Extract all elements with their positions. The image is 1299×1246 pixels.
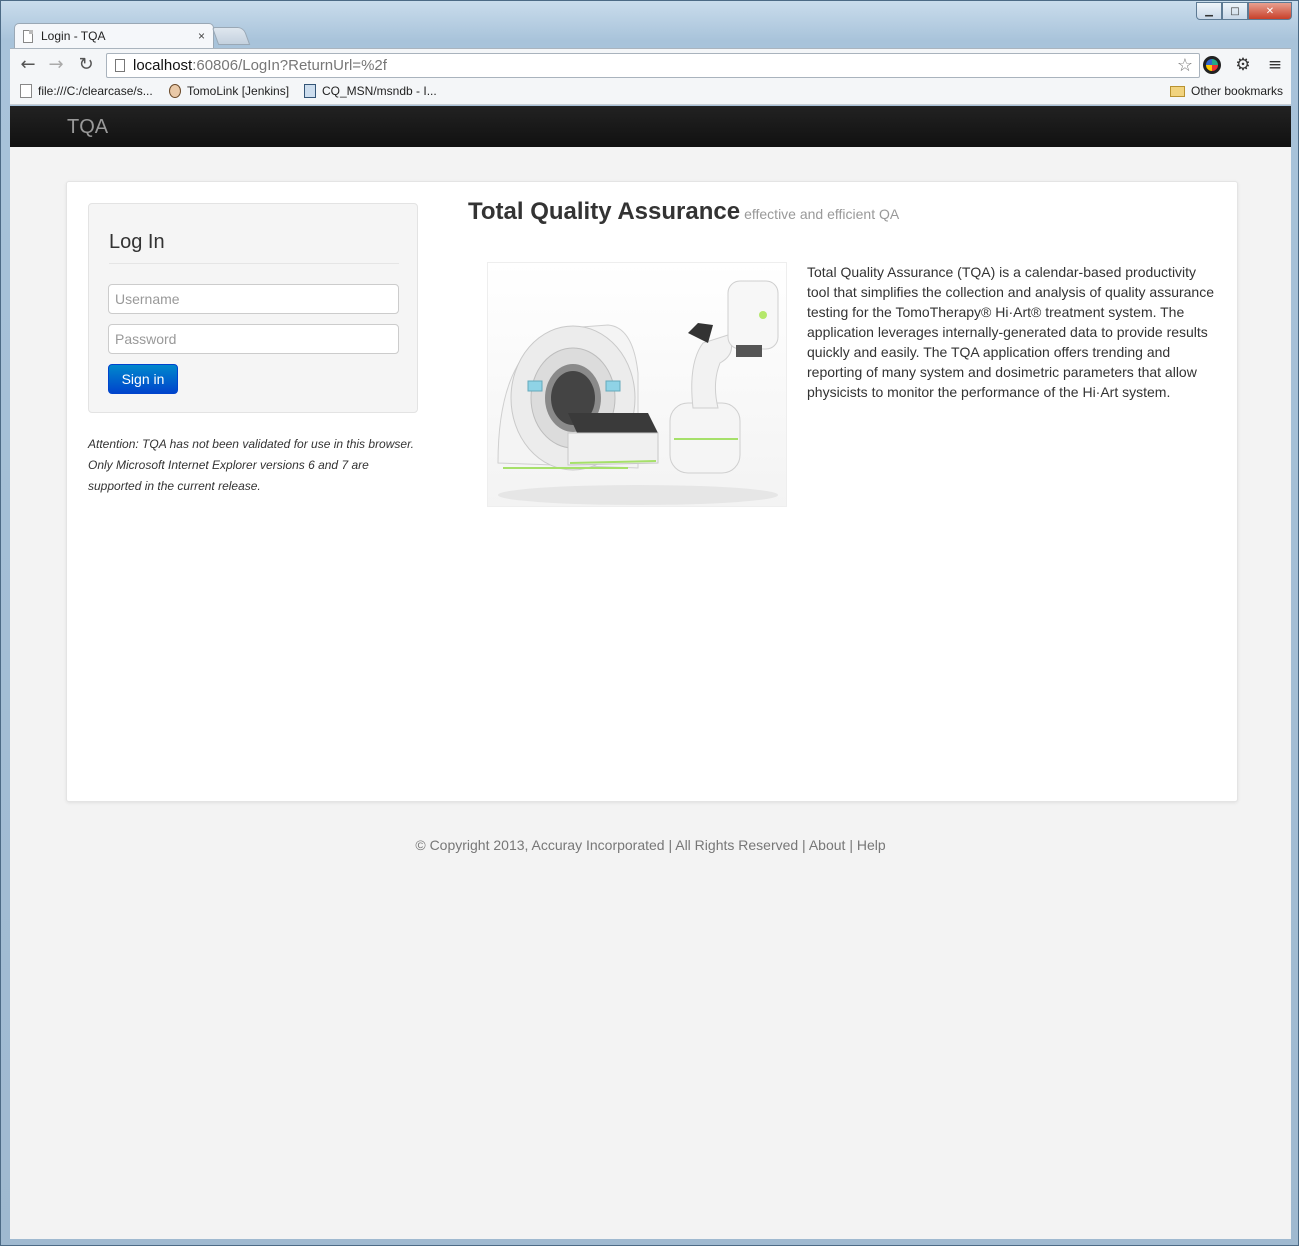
page-icon (115, 59, 125, 72)
bookmark-item[interactable]: file:///C:/clearcase/s... (20, 84, 153, 98)
page-title: Total Quality Assurance effective and eff… (468, 198, 899, 226)
jenkins-icon (169, 84, 181, 98)
password-input[interactable] (108, 324, 399, 354)
tab-login[interactable]: Login - TQA × (14, 23, 214, 48)
reload-icon[interactable]: ↻ (74, 54, 98, 76)
username-input[interactable] (108, 284, 399, 314)
address-bar[interactable]: localhost:60806/LogIn?ReturnUrl=%2f ☆ (106, 53, 1200, 78)
login-title: Log In (109, 231, 165, 253)
file-icon (20, 84, 32, 98)
page-footer: © Copyright 2013, Accuray Incorporated |… (10, 837, 1291, 853)
page-icon (23, 29, 33, 43)
window-controls: ▁ □ ✕ (1196, 2, 1292, 20)
top-navbar: TQA (10, 106, 1291, 147)
product-image (487, 262, 787, 507)
menu-icon[interactable]: ≡ (1265, 55, 1285, 75)
about-link[interactable]: About (809, 837, 846, 853)
close-window-button[interactable]: ✕ (1248, 2, 1292, 20)
bookmark-star-icon[interactable]: ☆ (1177, 55, 1193, 76)
settings-gear-icon[interactable]: ⚙ (1233, 55, 1253, 75)
footer-separator: | (849, 837, 853, 853)
help-link[interactable]: Help (857, 837, 886, 853)
extension-icon[interactable] (1203, 56, 1221, 74)
forward-icon[interactable]: → (44, 54, 68, 76)
browser-toolbar: ← → ↻ localhost:60806/LogIn?ReturnUrl=%2… (10, 48, 1291, 81)
url-text: localhost:60806/LogIn?ReturnUrl=%2f (133, 57, 387, 74)
browser-warning: Attention: TQA has not been validated fo… (88, 437, 414, 493)
page-title-text: Total Quality Assurance (468, 198, 741, 225)
other-bookmarks[interactable]: Other bookmarks (1170, 84, 1283, 98)
brand-link[interactable]: TQA (67, 116, 108, 139)
product-description: Total Quality Assurance (TQA) is a calen… (807, 264, 1214, 400)
maximize-button[interactable]: □ (1222, 2, 1248, 20)
tab-strip: Login - TQA × (10, 21, 1291, 48)
sign-in-button[interactable]: Sign in (108, 364, 178, 394)
tab-title: Login - TQA (41, 29, 106, 43)
bookmarks-bar: file:///C:/clearcase/s... TomoLink [Jenk… (10, 81, 1291, 105)
bookmark-item[interactable]: CQ_MSN/msndb - I... (304, 84, 437, 98)
tomotherapy-machine-illustration (497, 280, 779, 505)
browser-window: ▁ □ ✕ Login - TQA × ← → ↻ localhost:6080… (0, 0, 1299, 1246)
copyright-text: © Copyright 2013, Accuray Incorporated |… (415, 837, 806, 853)
divider (109, 263, 399, 264)
back-icon[interactable]: ← (16, 54, 40, 76)
page-viewport: TQA Log In Sign in Attention: TQA has no… (10, 106, 1291, 1239)
clearquest-icon (304, 84, 316, 98)
bookmark-item[interactable]: TomoLink [Jenkins] (169, 84, 289, 98)
main-content: Log In Sign in Attention: TQA has not be… (66, 181, 1238, 802)
login-panel: Log In Sign in (88, 203, 418, 413)
minimize-button[interactable]: ▁ (1196, 2, 1222, 20)
page-subtitle: effective and efficient QA (744, 206, 900, 222)
tab-close-icon[interactable]: × (198, 29, 205, 43)
folder-icon (1170, 85, 1185, 97)
new-tab-button[interactable] (211, 27, 251, 45)
